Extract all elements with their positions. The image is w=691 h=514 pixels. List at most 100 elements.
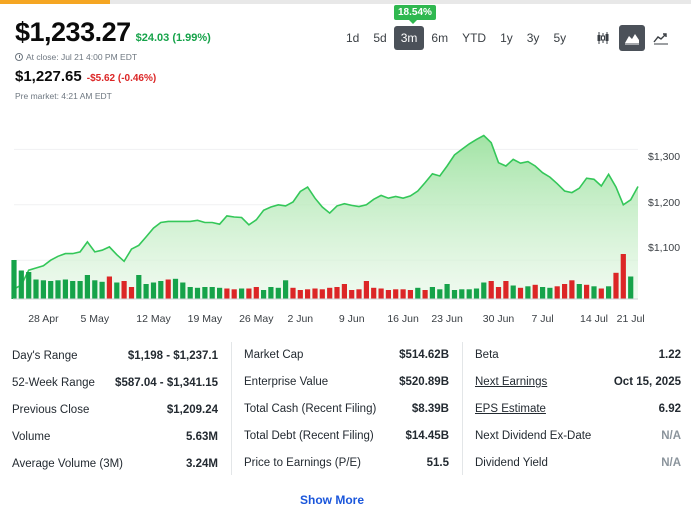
- volume-bar: [297, 290, 303, 299]
- range-5y-button[interactable]: 5y: [546, 26, 573, 50]
- range-3m-button[interactable]: 3m: [393, 26, 425, 50]
- stat-value: $520.89B: [399, 376, 449, 388]
- volume-bar: [327, 287, 333, 300]
- volume-bar: [393, 289, 399, 300]
- stat-label: Enterprise Value: [244, 376, 329, 388]
- volume-bar: [217, 287, 223, 300]
- volume-bar: [378, 288, 384, 299]
- volume-bar: [628, 276, 634, 299]
- volume-bar: [209, 287, 215, 299]
- volume-bar: [114, 282, 120, 299]
- line-chart-button[interactable]: [648, 25, 674, 51]
- x-tick-label: 19 May: [187, 313, 223, 325]
- x-tick-label: 7 Jul: [531, 313, 554, 325]
- top-progress-bar: [0, 0, 691, 4]
- stat-label: Market Cap: [244, 349, 304, 361]
- volume-bar: [407, 290, 413, 299]
- volume-bar: [26, 272, 32, 299]
- volume-bar: [451, 290, 458, 299]
- price-area: [14, 135, 638, 299]
- stat-label: Day's Range: [12, 350, 78, 362]
- at-close-text: At close: Jul 21 4:00 PM EDT: [26, 52, 138, 62]
- next-earnings-link[interactable]: Next Earnings: [475, 376, 547, 388]
- top-progress-segment: [0, 0, 110, 4]
- stat-value: $514.62B: [399, 349, 449, 361]
- stat-label: Next Dividend Ex-Date: [475, 430, 592, 442]
- stat-label: Total Cash (Recent Filing): [244, 403, 377, 415]
- stat-row: Total Cash (Recent Filing) $8.39B: [244, 396, 449, 422]
- y-tick-label: $1,300: [648, 151, 681, 163]
- range-1y-button[interactable]: 1y: [493, 26, 520, 50]
- volume-bar: [231, 289, 237, 300]
- range-ytd-button[interactable]: YTD: [455, 26, 493, 50]
- line-chart-icon: [653, 33, 668, 45]
- stat-value: 5.63M: [186, 431, 218, 443]
- stat-row: Average Volume (3M) 3.24M: [12, 451, 218, 477]
- stat-row: 52-Week Range $587.04 - $1,341.15: [12, 370, 218, 396]
- volume-bar: [459, 289, 465, 300]
- volume-bar: [48, 281, 54, 299]
- volume-bar: [620, 254, 626, 299]
- range-1d-button[interactable]: 1d: [339, 26, 366, 50]
- volume-bar: [606, 286, 612, 300]
- mountain-chart-button[interactable]: [619, 25, 645, 51]
- volume-bar: [613, 272, 619, 299]
- premarket-price-block: $1,227.65 -$5.62 (-0.46%): [15, 68, 156, 85]
- x-tick-label: 14 Jul: [579, 313, 609, 325]
- volume-bar: [84, 275, 90, 299]
- volume-bar: [128, 287, 135, 299]
- stat-row: Price to Earnings (P/E) 51.5: [244, 450, 449, 476]
- range-3y-button[interactable]: 3y: [520, 26, 547, 50]
- volume-bar: [437, 289, 443, 300]
- volume-bar: [158, 281, 164, 299]
- show-more-button[interactable]: Show More: [300, 493, 364, 507]
- price-change: $24.03 (1.99%): [135, 32, 211, 44]
- stat-value: N/A: [661, 457, 681, 469]
- volume-bar: [268, 287, 274, 299]
- stat-label: Dividend Yield: [475, 457, 548, 469]
- at-close-label: At close: Jul 21 4:00 PM EDT: [15, 52, 137, 62]
- volume-bar: [554, 286, 560, 300]
- volume-bar: [444, 284, 450, 299]
- volume-bar: [415, 287, 421, 300]
- volume-bar: [532, 284, 538, 300]
- volume-bar: [400, 289, 406, 300]
- stat-value: $8.39B: [411, 403, 449, 415]
- volume-bar: [165, 279, 171, 299]
- x-tick-label: 21 Jul: [616, 313, 645, 325]
- volume-bar: [40, 280, 46, 300]
- x-tick-label: 23 Jun: [431, 313, 463, 325]
- premarket-label: Pre market: 4:21 AM EDT: [15, 91, 112, 101]
- volume-bar: [121, 281, 127, 299]
- stat-row: Market Cap $514.62B: [244, 342, 449, 368]
- volume-bar: [305, 289, 311, 300]
- volume-bar: [253, 287, 259, 299]
- volume-bar: [569, 280, 575, 300]
- column-divider: [462, 342, 463, 475]
- x-tick-label: 28 Apr: [28, 313, 59, 325]
- eps-estimate-link[interactable]: EPS Estimate: [475, 403, 546, 415]
- stat-label: Total Debt (Recent Filing): [244, 430, 374, 442]
- volume-bar: [540, 287, 546, 299]
- y-tick-label: $1,100: [648, 242, 681, 254]
- stat-row: Next Dividend Ex-Date N/A: [475, 423, 681, 449]
- range-6m-button[interactable]: 6m: [424, 26, 455, 50]
- x-tick-label: 16 Jun: [387, 313, 419, 325]
- candlestick-chart-button[interactable]: [590, 25, 616, 51]
- stat-label: Beta: [475, 349, 499, 361]
- stat-label: Volume: [12, 431, 51, 443]
- volume-bar: [187, 287, 193, 299]
- range-5d-button[interactable]: 5d: [366, 26, 393, 50]
- stat-value: 51.5: [426, 457, 449, 469]
- volume-bar: [194, 287, 201, 300]
- volume-bar: [503, 281, 509, 299]
- volume-bar: [92, 280, 98, 300]
- volume-bar: [33, 279, 39, 299]
- volume-bar: [275, 287, 281, 300]
- volume-bar: [510, 285, 516, 299]
- y-tick-label: $1,200: [648, 197, 681, 209]
- volume-bar: [576, 284, 582, 299]
- x-tick-label: 12 May: [136, 313, 171, 325]
- stat-row: Enterprise Value $520.89B: [244, 369, 449, 395]
- x-tick-label: 30 Jun: [482, 313, 515, 325]
